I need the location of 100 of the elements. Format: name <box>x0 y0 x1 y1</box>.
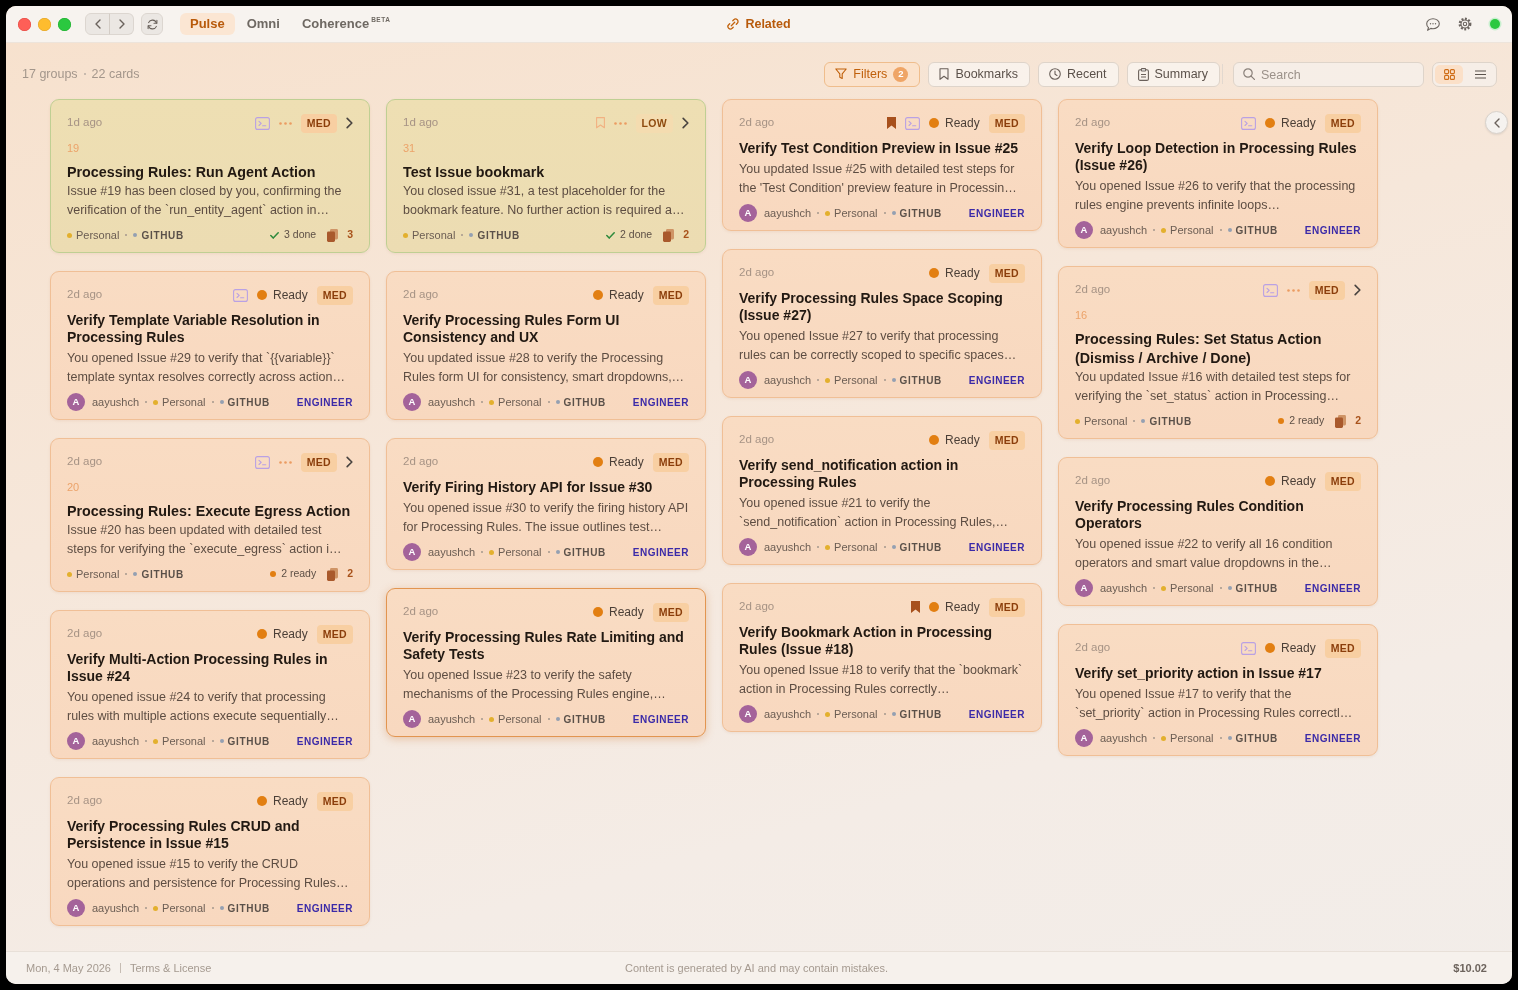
card-title: Processing Rules: Run Agent Action <box>67 163 317 182</box>
issue-number: 16 <box>1075 308 1089 322</box>
issue-card[interactable]: 2d ago Ready MED Verify send_notification action in Processing Rules You opened issue #21 to verify the `send_notification` action in Processing Rules,… A aayushch Personal GITHUB ENGINEER <box>722 416 1042 565</box>
source-dot-icon <box>555 550 560 554</box>
space-dot-icon <box>1161 585 1167 591</box>
search-field[interactable]: Search <box>1233 62 1424 87</box>
issue-card[interactable]: 2d ago Ready MED Verify set_priority action in Issue #17 You opened Issue #17 to verify that the `set_priority` action in Processing Rules correctl… A aayushch Personal GITHUB ENGINEER <box>1058 624 1378 756</box>
close-button[interactable] <box>18 17 31 31</box>
group-count: 17 groups <box>22 65 78 83</box>
time-label: 2d ago <box>403 287 439 303</box>
chat-icon[interactable] <box>1426 17 1440 31</box>
summary-button[interactable]: Summary <box>1126 61 1220 87</box>
grid-view-button[interactable] <box>1435 64 1463 84</box>
issue-card[interactable]: 2d ago Ready MED Verify Firing History API for Issue #30 You opened issue #30 to verify the firing history API for Processing Rules. The issue outlines test… A aayushch Personal GITHUB ENGINEER <box>386 438 706 570</box>
back-button[interactable] <box>85 13 110 35</box>
group-card[interactable]: 2d ago MED 20 Processing Rules: Execute Egress Action Issue #20 has been updated with detailed test steps for verifying the `execute_egress` action i… Personal GITHUB 2 ready 2 <box>50 438 370 592</box>
issue-card[interactable]: 2d ago Ready MED Verify Loop Detection in Processing Rules (Issue #26) You opened Issue #26 to verify that the processing rules engine prevents infinite loops… A aayushch Personal GITHUB ENGINEER <box>1058 99 1378 248</box>
space-dot-icon <box>825 544 831 550</box>
space-label: Personal <box>412 227 456 243</box>
space-label: Personal <box>76 566 120 582</box>
more-icon[interactable] <box>278 460 292 464</box>
status-label: Ready <box>609 287 644 304</box>
status-label: Ready <box>1281 640 1316 657</box>
issue-card[interactable]: 2d ago Ready MED Verify Processing Rules Rate Limiting and Safety Tests You opened Issue #23 to verify the safety mechanisms of the Processing Rules engine,… A aayushch Personal GITHUB ENGINEER <box>386 588 706 737</box>
priority-badge: MED <box>1324 471 1361 491</box>
issue-card[interactable]: 2d ago Ready MED Verify Processing Rules CRUD and Persistence in Issue #15 You opened issue #15 to verify the CRUD operations and persistence for Processing Rules… A aayushch Personal GITHUB ENGINEER <box>50 777 370 926</box>
issue-count: 2 <box>347 566 353 582</box>
author-name: aayushch <box>764 205 812 221</box>
progress-label: 2 done <box>620 227 653 243</box>
settings-icon[interactable] <box>1458 17 1472 31</box>
issue-card[interactable] <box>50 271 370 420</box>
more-icon[interactable] <box>1286 288 1300 292</box>
chevron-right-icon[interactable] <box>682 117 689 129</box>
forward-button[interactable] <box>109 13 134 35</box>
chevron-right-icon[interactable] <box>346 456 353 468</box>
time-label: 2d ago <box>739 432 775 448</box>
group-card[interactable] <box>1058 266 1378 439</box>
source-label: GITHUB <box>1235 581 1279 596</box>
priority-badge: MED <box>316 791 353 811</box>
card-title: Verify Processing Rules Space Scoping (Issue #27) <box>739 290 1004 324</box>
group-card[interactable]: 1d ago LOW 31 Test Issue bookmark You closed issue #31, a test placeholder for the bookmark feature. No further action is required a… Personal GITHUB 2 done 2 <box>386 99 706 253</box>
card-description: Issue #20 has been updated with detailed test steps for verifying the `execute_egress` action i… <box>67 522 343 558</box>
minimize-button[interactable] <box>38 17 51 31</box>
chevron-right-icon[interactable] <box>1354 284 1361 296</box>
collapse-button[interactable] <box>1485 111 1508 134</box>
avatar-initial: A <box>739 204 757 222</box>
source-dot-icon <box>1141 419 1146 423</box>
priority-badge: MED <box>316 624 353 644</box>
issue-card[interactable]: 2d ago Ready MED Verify Test Condition Preview in Issue #25 You updated Issue #25 with detailed test steps for the 'Test Condition' preview feature in Processin… A aayushch Personal GITHUB ENGINEER <box>722 99 1042 231</box>
source-label: GITHUB <box>563 545 607 560</box>
issue-card[interactable]: 2d ago Ready MED Verify Bookmark Action in Processing Rules (Issue #18) You opened Issue #18 to verify that the `bookmark` action in Processing Rules correctly… A aayushch Personal GITHUB ENGINEER <box>722 583 1042 732</box>
group-card[interactable]: 1d ago MED 19 Processing Rules: Run Agent Action Issue #19 has been closed by you, confirming the verification of the `run_entity_agent` action in… Personal GITHUB 3 done 3 <box>50 99 370 253</box>
chevron-right-icon[interactable] <box>346 117 353 129</box>
avatar-initial: A <box>1075 579 1093 597</box>
time-label: 2d ago <box>1075 473 1111 489</box>
app-tab[interactable]: Omni <box>236 13 290 35</box>
issue-card[interactable]: 2d ago Ready MED Verify Processing Rules Space Scoping (Issue #27) You opened Issue #27 to verify that processing rules can be correctly scoped to specific spaces… A aayushch Personal GITHUB ENGINEER <box>722 249 1042 398</box>
card-description: You opened Issue #23 to verify the safety mechanisms of the Processing Rules engine,… <box>403 667 667 703</box>
issue-card[interactable]: 2d ago Ready MED Verify Processing Rules Form UI Consistency and UX You updated issue #28 to verify the Processing Rules form UI for consistency, smart dropdowns,… A aayushch Personal GITHUB ENGINEER <box>386 271 706 420</box>
card-description: You opened issue #24 to verify that processing rules with multiple actions execute sequentially… <box>67 689 340 725</box>
avatar-initial: A <box>67 899 85 917</box>
card-description: You opened issue #30 to verify the firing history API for Processing Rules. The issue outlines test… <box>403 500 689 536</box>
source-label: GITHUB <box>899 373 943 388</box>
cost-label: $10.02 <box>1453 960 1487 976</box>
role-label: ENGINEER <box>296 395 353 410</box>
card-title: Verify set_priority action in Issue #17 <box>1075 665 1323 682</box>
space-dot-icon <box>1161 227 1167 233</box>
space-label: Personal <box>498 711 542 727</box>
space-label: Personal <box>162 394 206 410</box>
source-label: GITHUB <box>1149 414 1192 429</box>
source-dot-icon <box>1227 228 1232 232</box>
zoom-button[interactable] <box>58 17 71 31</box>
more-icon[interactable] <box>278 121 292 125</box>
more-icon[interactable] <box>613 121 627 125</box>
filter-button[interactable]: Filters 2 <box>824 61 921 87</box>
card-title: Verify Firing History API for Issue #30 <box>403 479 654 496</box>
source-dot-icon <box>555 400 560 404</box>
card-title: Processing Rules: Set Status Action (Dismiss / Archive / Done) <box>1075 330 1323 368</box>
issue-card[interactable]: 2d ago Ready MED Verify Processing Rules Condition Operators You opened issue #22 to verify all 16 condition operators and smart value dropdowns in the… A aayushch Personal GITHUB ENGINEER <box>1058 457 1378 606</box>
source-dot-icon <box>219 739 224 743</box>
refresh-button[interactable] <box>141 13 163 35</box>
related-link[interactable]: Related <box>723 12 795 36</box>
clipboard-icon <box>1137 67 1149 81</box>
card-description: You opened issue #21 to verify the `send_notification` action in Processing Rules,… <box>739 495 1009 531</box>
app-tab[interactable]: Pulse <box>180 13 235 35</box>
recent-button[interactable]: Recent <box>1037 61 1119 87</box>
bookmarks-button[interactable]: Bookmarks <box>928 61 1030 87</box>
status-label: Ready <box>945 115 980 132</box>
role-label: ENGINEER <box>968 373 1025 388</box>
card-title: Verify Processing Rules Condition Operators <box>1075 498 1305 532</box>
author-name: aayushch <box>428 394 476 410</box>
bookmark-icon[interactable] <box>887 117 897 129</box>
card-title: Verify Test Condition Preview in Issue #25 <box>739 140 1020 157</box>
chevron-left-icon <box>94 19 101 29</box>
app-tab[interactable]: Coherence$^{BETA}$ <box>291 13 401 35</box>
author-name: aayushch <box>764 539 812 555</box>
bookmark-icon[interactable] <box>911 601 921 613</box>
issue-card[interactable]: 2d ago Ready MED Verify Multi-Action Processing Rules in Issue #24 You opened issue #24 to verify that processing rules with multiple actions execute sequentially… A aayushch Personal GITHUB ENGINEER <box>50 610 370 759</box>
chevron-left-icon <box>1493 117 1500 128</box>
stack-icon <box>327 228 339 242</box>
